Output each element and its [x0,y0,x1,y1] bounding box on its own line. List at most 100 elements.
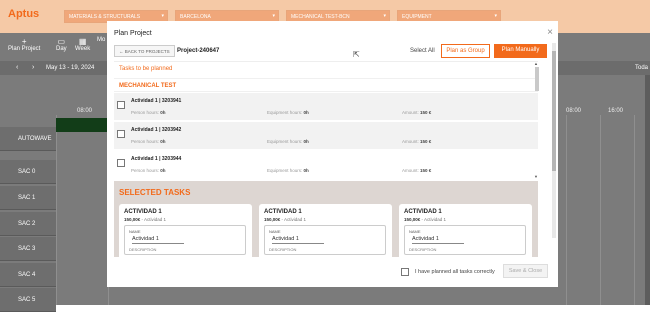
equipment-hours-value: 0h [303,110,309,115]
equipment-hours-label: Equipment hours: [267,139,303,144]
resource-row-label: SAC 2 [0,212,56,236]
resource-row-label: SAC 5 [0,288,56,312]
scroll-up-icon[interactable]: ▲ [534,61,538,66]
resource-row-label: SAC 1 [0,186,56,210]
confirm-planned-checkbox[interactable] [401,268,409,276]
grid-line [566,115,567,305]
week-view-label: Week [75,46,91,52]
description-label: DESCRIPTION [129,247,157,252]
person-hours-value: 0h [160,168,166,173]
person-hours-label: Person hours: [131,110,160,115]
booking-bar[interactable] [56,118,108,132]
description-label: DESCRIPTION [409,247,437,252]
card-amount: 150,00€ [264,217,281,222]
name-input[interactable]: Actividad 1 [412,236,439,242]
back-to-projects-button[interactable]: ← BACK TO PROJECTS [114,45,175,57]
name-label: NAME [129,229,141,234]
name-input[interactable]: Actividad 1 [272,236,299,242]
description-label: DESCRIPTION [269,247,297,252]
modal-title: Plan Project [114,30,152,37]
card-subtitle: 150,00€ - Actividad 1 [264,217,306,222]
resource-row-label: AUTOWAVE [0,127,56,151]
person-hours-value: 0h [160,110,166,115]
chevron-down-icon: ▾ [272,13,275,19]
filter-category-value: MATERIALS & STRUCTURALS [69,14,141,20]
month-view-label: Mo [97,37,106,43]
resource-row-label: SAC 3 [0,237,56,261]
chevron-down-icon: ▾ [383,13,386,19]
scroll-down-icon[interactable]: ▼ [534,174,538,179]
calendar-day-icon: ▭ [57,37,66,46]
person-hours-label: Person hours: [131,139,160,144]
save-close-button[interactable]: Save & Close [503,264,548,278]
card-amount: 150,00€ [404,217,421,222]
page-scrollbar[interactable] [645,75,650,305]
name-input[interactable]: Actividad 1 [132,236,159,242]
time-header: 16:00 [608,108,624,114]
input-underline [412,243,464,244]
time-header: 08:00 [77,108,93,114]
plan-as-group-button[interactable]: Plan as Group [441,44,490,58]
scroll-thumb[interactable] [552,51,556,171]
tasks-panel: Tasks to be planned MECHANICAL TEST Acti… [114,61,538,181]
task-amount: Amount: 150 € [402,110,431,115]
grid-line [634,115,635,305]
selected-task-card: ACTIVIDAD 1 150,00€ - Actividad 1 NAME A… [399,204,532,257]
plan-project-modal: Plan Project × ⇱ ← BACK TO PROJECTS Proj… [107,21,558,287]
filter-resource-value: EQUIPMENT [402,14,432,20]
task-checkbox[interactable] [117,159,125,167]
grid-line [600,115,601,305]
name-label: NAME [269,229,281,234]
grid-line [56,115,57,305]
close-icon[interactable]: × [547,27,553,38]
person-hours-label: Person hours: [131,168,160,173]
equipment-hours-label: Equipment hours: [267,168,303,173]
card-activity: - Actividad 1 [421,217,447,222]
person-hours: Person hours: 0h [131,110,166,115]
resource-row-label: SAC 0 [0,160,56,184]
month-view-button[interactable]: Mo [97,37,105,43]
calendar-week-icon: ▦ [78,37,87,46]
confirm-planned-label[interactable]: I have planned all tasks correctly [415,269,495,275]
next-arrow-icon[interactable]: › [32,64,34,71]
task-name: Actividad 1 | 3203944 [131,156,182,162]
amount-label: Amount: [402,168,419,173]
today-button[interactable]: Toda [635,65,648,71]
task-checkbox[interactable] [117,101,125,109]
tasks-scrollbar[interactable]: ▲ ▼ [534,61,539,181]
plan-manually-button[interactable]: Plan Manually [494,44,547,58]
filter-lab-value: MECHANICAL TEST-BCN [291,14,350,20]
person-hours: Person hours: 0h [131,139,166,144]
card-title: ACTIVIDAD 1 [404,209,442,215]
scroll-thumb[interactable] [535,67,539,91]
day-view-label: Day [56,46,67,52]
task-name: Actividad 1 | 3203942 [131,127,182,133]
selected-tasks-heading: SELECTED TASKS [119,188,191,197]
chevron-down-icon: ▾ [161,13,164,19]
input-underline [272,243,324,244]
task-group-heading: MECHANICAL TEST [114,78,538,92]
equipment-hours: Equipment hours: 0h [267,168,309,173]
card-activity: - Actividad 1 [141,217,167,222]
task-name: Actividad 1 | 3203941 [131,98,182,104]
week-view-button[interactable]: ▦ Week [75,37,90,52]
task-row[interactable]: Actividad 1 | 3203941 Person hours: 0h E… [114,93,538,120]
selected-task-card: ACTIVIDAD 1 150,00€ - Actividad 1 NAME A… [259,204,392,257]
modal-scrollbar[interactable] [552,43,556,238]
amount-value: 150 € [420,110,432,115]
day-view-button[interactable]: ▭ Day [56,37,67,52]
date-range[interactable]: May 13 - 19, 2024 [46,65,94,71]
input-underline [132,243,184,244]
card-subtitle: 150,00€ - Actividad 1 [404,217,446,222]
task-row[interactable]: Actividad 1 | 3203944 Person hours: 0h E… [114,151,538,178]
time-header: 08:00 [566,108,582,114]
plan-project-button[interactable]: + Plan Project [8,37,40,52]
task-checkbox[interactable] [117,130,125,138]
amount-value: 150 € [420,139,432,144]
task-row[interactable]: Actividad 1 | 3203942 Person hours: 0h E… [114,122,538,149]
project-id: Project-240647 [177,48,220,54]
plus-icon: + [21,37,27,46]
prev-arrow-icon[interactable]: ‹ [16,64,18,71]
select-all-link[interactable]: Select All [410,48,435,54]
amount-label: Amount: [402,139,419,144]
